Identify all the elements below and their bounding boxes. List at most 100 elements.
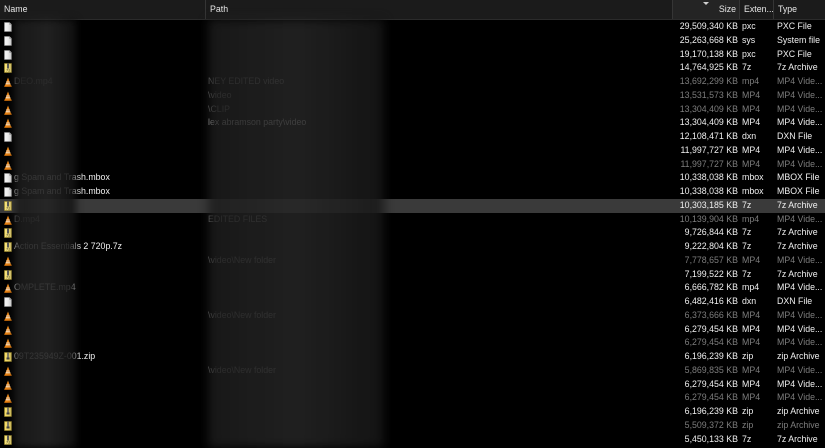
file-row[interactable]: \video\New folder7,778,657 KBMP4MP4 Vide…: [0, 254, 825, 268]
file-extension: zip: [742, 419, 754, 430]
file-type: MP4 Vide...: [777, 309, 823, 320]
file-row[interactable]: 6,279,454 KB MP4 MP4 Vide...: [0, 391, 825, 405]
column-header-size[interactable]: Size: [673, 0, 740, 19]
file-type: 7z Archive: [777, 268, 818, 279]
vlc-icon: [4, 391, 14, 405]
file-size: 11,997,727 KB: [680, 158, 738, 169]
file-row[interactable]: 7z 5,450,133 KB 7z 7z Archive: [0, 433, 825, 447]
file-row[interactable]: \video\New folder6,373,666 KBMP4MP4 Vide…: [0, 309, 825, 323]
vlc-icon: [4, 89, 14, 103]
archive-icon: 7z: [4, 226, 14, 240]
file-row[interactable]: 19,170,138 KB pxc PXC File: [0, 48, 825, 62]
file-type: MP4 Vide...: [777, 158, 823, 169]
file-size: 5,869,835 KB: [684, 364, 738, 375]
column-header-type[interactable]: Type: [774, 0, 825, 19]
column-header-path[interactable]: Path: [206, 0, 673, 19]
file-type: 7z Archive: [777, 433, 818, 444]
file-type: MP4 Vide...: [777, 378, 823, 389]
file-row[interactable]: OMPLETE.mp46,666,782 KBmp4MP4 Vide...: [0, 281, 825, 295]
file-size: 5,509,372 KB: [684, 419, 738, 430]
file-row[interactable]: DEO.mp4NEY EDITED video13,692,299 KBmp4M…: [0, 75, 825, 89]
file-extension: 7z: [742, 199, 752, 210]
column-header-bar: Name Path Size Exten... Type: [0, 0, 825, 20]
file-row[interactable]: 6,482,416 KB dxn DXN File: [0, 295, 825, 309]
zip-icon: [4, 350, 14, 364]
file-extension: MP4: [742, 392, 761, 403]
file-row[interactable]: 7z 9,726,844 KB 7z 7z Archive: [0, 226, 825, 240]
archive-icon: 7z: [4, 199, 14, 213]
file-icon: [4, 34, 14, 48]
vlc-icon: [4, 336, 14, 350]
file-extension: mbox: [742, 186, 764, 196]
file-size: 6,279,454 KB: [684, 337, 738, 348]
file-size: 9,222,804 KB: [684, 241, 738, 251]
file-size: 25,263,668 KB: [679, 34, 738, 45]
svg-text:7z: 7z: [6, 234, 10, 238]
file-row[interactable]: 11,997,727 KB MP4 MP4 Vide...: [0, 158, 825, 172]
file-type: MP4 Vide...: [777, 144, 823, 155]
file-type: MP4 Vide...: [777, 76, 823, 86]
zip-icon: [4, 419, 14, 433]
file-row[interactable]: 7z 10,303,185 KB 7z 7z Archive: [0, 198, 825, 213]
file-row[interactable]: 11,997,727 KB MP4 MP4 Vide...: [0, 144, 825, 158]
file-row[interactable]: 5,509,372 KB zip zip Archive: [0, 419, 825, 433]
file-row[interactable]: \video\New folder5,869,835 KBMP4MP4 Vide…: [0, 364, 825, 378]
file-extension: mp4: [742, 282, 760, 293]
vlc-icon: [4, 75, 14, 89]
file-row[interactable]: 6,279,454 KB MP4 MP4 Vide...: [0, 323, 825, 337]
file-extension: MP4: [742, 323, 761, 334]
file-extension: zip: [742, 406, 754, 416]
file-row[interactable]: 12,108,471 KB dxn DXN File: [0, 130, 825, 144]
file-row[interactable]: 7z 7,199,522 KB 7z 7z Archive: [0, 268, 825, 282]
file-row[interactable]: \video13,531,573 KBMP4MP4 Vide...: [0, 89, 825, 103]
file-type: DXN File: [777, 296, 813, 306]
vlc-icon: [4, 281, 14, 295]
file-row[interactable]: 29,509,340 KB pxc PXC File: [0, 20, 825, 34]
file-extension: zip: [742, 351, 754, 361]
file-type: MBOX File: [777, 186, 820, 196]
file-row[interactable]: 6,279,454 KB MP4 MP4 Vide...: [0, 378, 825, 392]
file-type: MBOX File: [777, 172, 820, 183]
file-row[interactable]: 25,263,668 KB sys System file: [0, 34, 825, 48]
file-extension: 7z: [742, 62, 752, 73]
file-extension: mp4: [742, 76, 760, 86]
file-row[interactable]: D.mp4EDITED FILES10,139,904 KBmp4MP4 Vid…: [0, 213, 825, 227]
svg-text:7z: 7z: [6, 69, 10, 73]
file-size: 6,279,454 KB: [684, 378, 738, 389]
file-extension: mp4: [742, 213, 760, 224]
column-header-name[interactable]: Name: [0, 0, 206, 19]
file-type: MP4 Vide...: [777, 282, 823, 293]
file-size: 6,196,239 KB: [684, 406, 738, 416]
file-type: PXC File: [777, 48, 812, 59]
file-type: DXN File: [777, 131, 813, 141]
file-row[interactable]: 6,279,454 KB MP4 MP4 Vide...: [0, 336, 825, 350]
file-type: MP4 Vide...: [777, 89, 823, 100]
column-header-size-label: Size: [718, 4, 736, 14]
file-row[interactable]: 6,196,239 KB zip zip Archive: [0, 405, 825, 419]
file-type: zip Archive: [777, 351, 820, 361]
file-row[interactable]: 7zAction Essentials 2 720p.7z9,222,804 K…: [0, 240, 825, 254]
file-size: 6,279,454 KB: [684, 323, 738, 334]
file-size: 10,338,038 KB: [679, 186, 738, 196]
file-icon: [4, 130, 14, 144]
file-type: PXC File: [777, 21, 812, 31]
file-row[interactable]: 09T235949Z-001.zip6,196,239 KBzipzip Arc…: [0, 350, 825, 364]
svg-text:7z: 7z: [6, 275, 10, 279]
column-header-extension-label: Exten...: [744, 4, 774, 14]
file-row[interactable]: g Spam and Trash.mbox10,338,038 KBmboxMB…: [0, 171, 825, 185]
svg-text:7z: 7z: [6, 206, 10, 210]
file-row[interactable]: 7z 14,764,925 KB 7z 7z Archive: [0, 61, 825, 75]
file-extension: dxn: [742, 296, 757, 306]
file-type: 7z Archive: [777, 241, 818, 251]
vlc-icon: [4, 254, 14, 268]
file-row[interactable]: lex abramson party\video13,304,409 KBMP4…: [0, 116, 825, 130]
column-header-extension[interactable]: Exten...: [740, 0, 774, 19]
file-size: 13,304,409 KB: [679, 103, 738, 114]
column-header-name-label: Name: [4, 4, 28, 14]
file-type: MP4 Vide...: [777, 392, 823, 403]
svg-text:7z: 7z: [6, 248, 10, 252]
file-row[interactable]: \CLIP13,304,409 KBMP4MP4 Vide...: [0, 103, 825, 117]
file-row[interactable]: g Spam and Trash.mbox10,338,038 KBmboxMB…: [0, 185, 825, 199]
vlc-icon: [4, 144, 14, 158]
vlc-icon: [4, 378, 14, 392]
